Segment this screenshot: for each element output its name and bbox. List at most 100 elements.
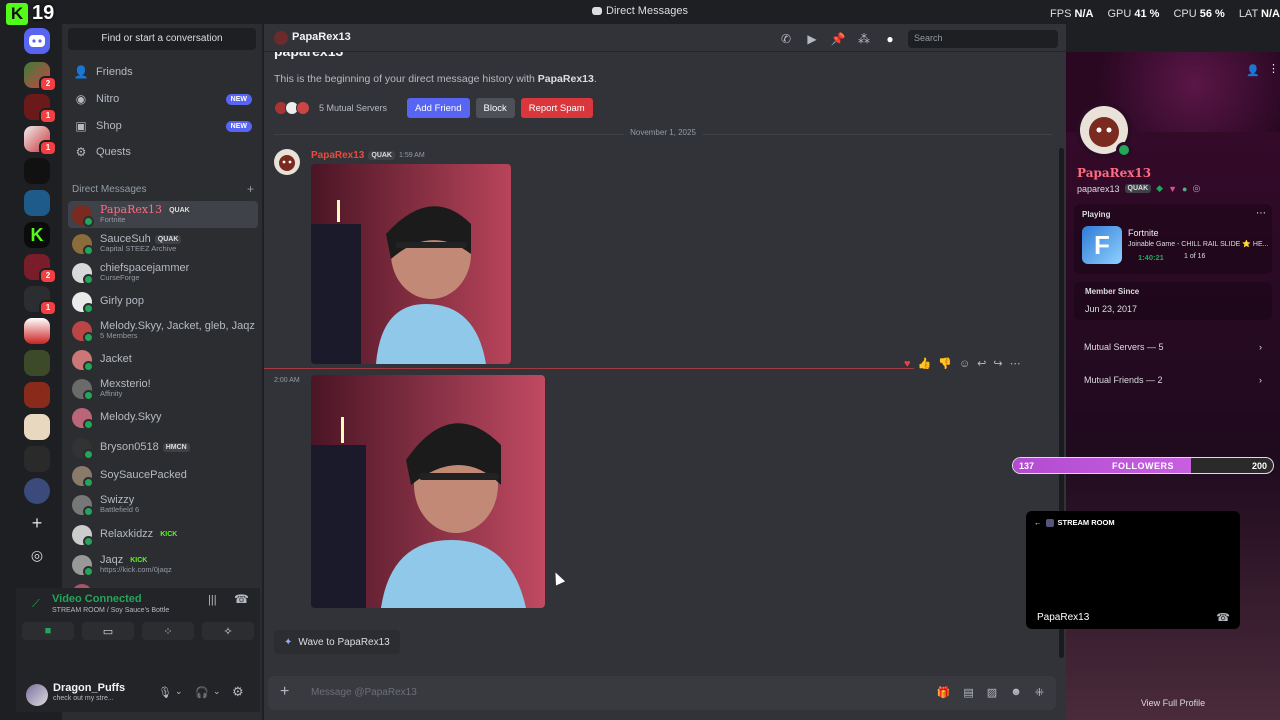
find-conversation-button[interactable]: Find or start a conversation [68,28,256,50]
dm-item[interactable]: Jacket [68,346,258,373]
webcam-photo [311,375,545,608]
gif-icon[interactable]: ▤ [963,686,973,699]
dm-item[interactable]: PapaRex13 QUAK Fortnite [68,201,258,228]
mutual-servers-link[interactable]: 5 Mutual Servers [319,103,387,113]
search-input[interactable]: Search [908,30,1058,48]
gear-icon[interactable]: ⚙ [232,684,244,700]
avatar[interactable] [26,684,48,706]
add-server-icon[interactable]: + [24,510,50,536]
gift-icon[interactable]: 🎁 [937,686,951,699]
server-icon[interactable] [24,190,50,216]
game-detail: Joinable Game - CHILL RAIL SLIDE ⭐ HE... [1128,241,1269,248]
server-icon[interactable] [24,318,50,344]
add-friend-button[interactable]: Add Friend [407,98,470,118]
stream-popout[interactable]: ← STREAM ROOM PapaRex13 ☎ [1026,511,1240,629]
message-image[interactable] [311,375,545,608]
message-author[interactable]: PapaRex13 [311,150,364,161]
member-since-card: Member Since Jun 23, 2017 [1074,282,1272,320]
voice-call-icon[interactable]: ✆ [778,31,794,47]
reaction-heart-icon[interactable]: ♥ [904,358,911,370]
mutual-servers-row[interactable]: Mutual Servers — 5 › [1074,334,1272,360]
create-dm-button[interactable]: + [247,183,254,195]
message-image[interactable] [311,164,511,364]
mic-icon[interactable]: 🎙 [158,686,172,699]
forward-icon[interactable]: ↪ [993,357,1002,370]
video-call-icon[interactable]: ▶ [804,31,820,47]
headphones-icon[interactable]: 🎧 [195,686,209,699]
emoji-icon[interactable]: ☻ [1010,686,1022,699]
more-icon[interactable]: ⋯ [1010,357,1021,370]
nav-friends[interactable]: 👤 Friends [68,60,256,84]
dm-item[interactable]: Swizzy Battlefield 6 [68,491,258,518]
chevron-down-icon[interactable]: ⌄ [175,686,183,697]
kick-logo-icon: K [6,2,28,25]
dm-subtext: https://kick.com/0jaqz [100,565,172,575]
screen-share-button[interactable]: ▭ [82,622,134,640]
back-arrow-icon[interactable]: ← [1034,518,1042,527]
discover-icon[interactable]: ◎ [24,542,50,568]
dm-name: Girly pop [100,295,145,308]
reply-icon[interactable]: ↩ [977,357,986,370]
dm-text: Jacket [100,353,132,365]
soundboard-button[interactable]: ✧ [202,622,254,640]
disconnect-icon[interactable]: ☎ [234,592,249,606]
thumbs-up-icon[interactable]: 👍 [918,357,932,370]
kick-overlay: K 19 [6,2,54,25]
activity-card: Playing ⋯ F Fortnite Joinable Game - CHI… [1074,204,1272,274]
nav-quests[interactable]: ⚙ Quests [68,140,256,164]
dm-item[interactable]: chiefspacejammer CurseForge [68,259,258,286]
user-profile-icon[interactable]: ● [882,31,898,47]
activities-button[interactable]: ⁘ [142,622,194,640]
status-dot [83,448,94,460]
server-icon[interactable] [24,414,50,440]
report-spam-button[interactable]: Report Spam [520,98,593,118]
username: Dragon_Puffs [53,682,126,694]
thumbs-down-icon[interactable]: 👎 [938,357,952,370]
sticker-icon[interactable]: ▨ [987,686,997,699]
wave-button[interactable]: ✦ Wave to PapaRex13 [274,630,400,654]
noise-suppression-icon[interactable]: ||| [208,594,217,606]
add-reaction-icon[interactable]: ☺ [959,358,970,370]
voice-channel[interactable]: STREAM ROOM / Soy Sauce's Bottle [52,607,169,614]
stat-fps: FPS N/A [1050,8,1094,20]
avatar[interactable] [274,149,300,175]
dm-item[interactable]: Girly pop [68,288,258,315]
dm-item[interactable]: Relaxkidzz KICK [68,521,258,548]
dm-item[interactable]: Mexsterio! Affinity [68,375,258,402]
clan-tag: HMCN [162,442,190,453]
upload-plus-icon[interactable]: + [280,684,289,700]
mutual-friends-row[interactable]: Mutual Friends — 2 › [1074,367,1272,393]
dm-text: Melody.Skyy, Jacket, gleb, Jaqz 5 Members [100,320,255,340]
dm-item[interactable]: Melody.Skyy [68,404,258,431]
add-friends-icon[interactable]: ⁂ [856,31,872,47]
dm-item[interactable]: Bryson0518 HMCN [68,434,258,461]
block-button[interactable]: Block [475,98,515,118]
pin-icon[interactable]: 📌 [830,31,846,47]
server-icon[interactable] [24,446,50,472]
perf-overlay: FPS N/A GPU 41 % CPU 56 % LAT N/A [1050,8,1280,20]
more-icon[interactable]: ⋯ [1256,208,1266,219]
add-friend-icon[interactable]: 👤 [1246,64,1260,77]
apps-icon[interactable]: ⁜ [1035,686,1044,699]
more-icon[interactable]: ⋮ [1268,62,1279,75]
nav-shop[interactable]: ▣ Shop NEW [68,114,256,138]
message-input[interactable]: Message @PapaRex13 [311,687,417,698]
view-full-profile-button[interactable]: View Full Profile [1066,698,1280,708]
home-button[interactable] [24,28,50,54]
message-composer[interactable]: + Message @PapaRex13 🎁 ▤ ▨ ☻ ⁜ [268,676,1056,710]
dm-item[interactable]: SauceSuh QUAK Capital STEEZ Archive [68,230,258,257]
dm-item[interactable]: Melody.Skyy, Jacket, gleb, Jaqz 5 Members [68,317,258,344]
server-icon[interactable] [24,382,50,408]
chevron-down-icon[interactable]: ⌄ [213,686,221,697]
server-icon[interactable] [24,478,50,504]
dm-item[interactable]: SoySaucePacked [68,462,258,489]
disconnect-icon[interactable]: ☎ [1216,611,1230,624]
avatar [274,31,288,45]
server-icon[interactable] [24,350,50,376]
server-icon[interactable] [24,158,50,184]
dm-item[interactable]: Jaqz KICK https://kick.com/0jaqz [68,551,258,578]
kick-server-icon[interactable]: K [24,222,50,248]
camera-button[interactable]: ■ [22,622,74,640]
nav-nitro[interactable]: ◉ Nitro NEW [68,87,256,111]
stat-cpu: CPU 56 % [1173,8,1225,20]
